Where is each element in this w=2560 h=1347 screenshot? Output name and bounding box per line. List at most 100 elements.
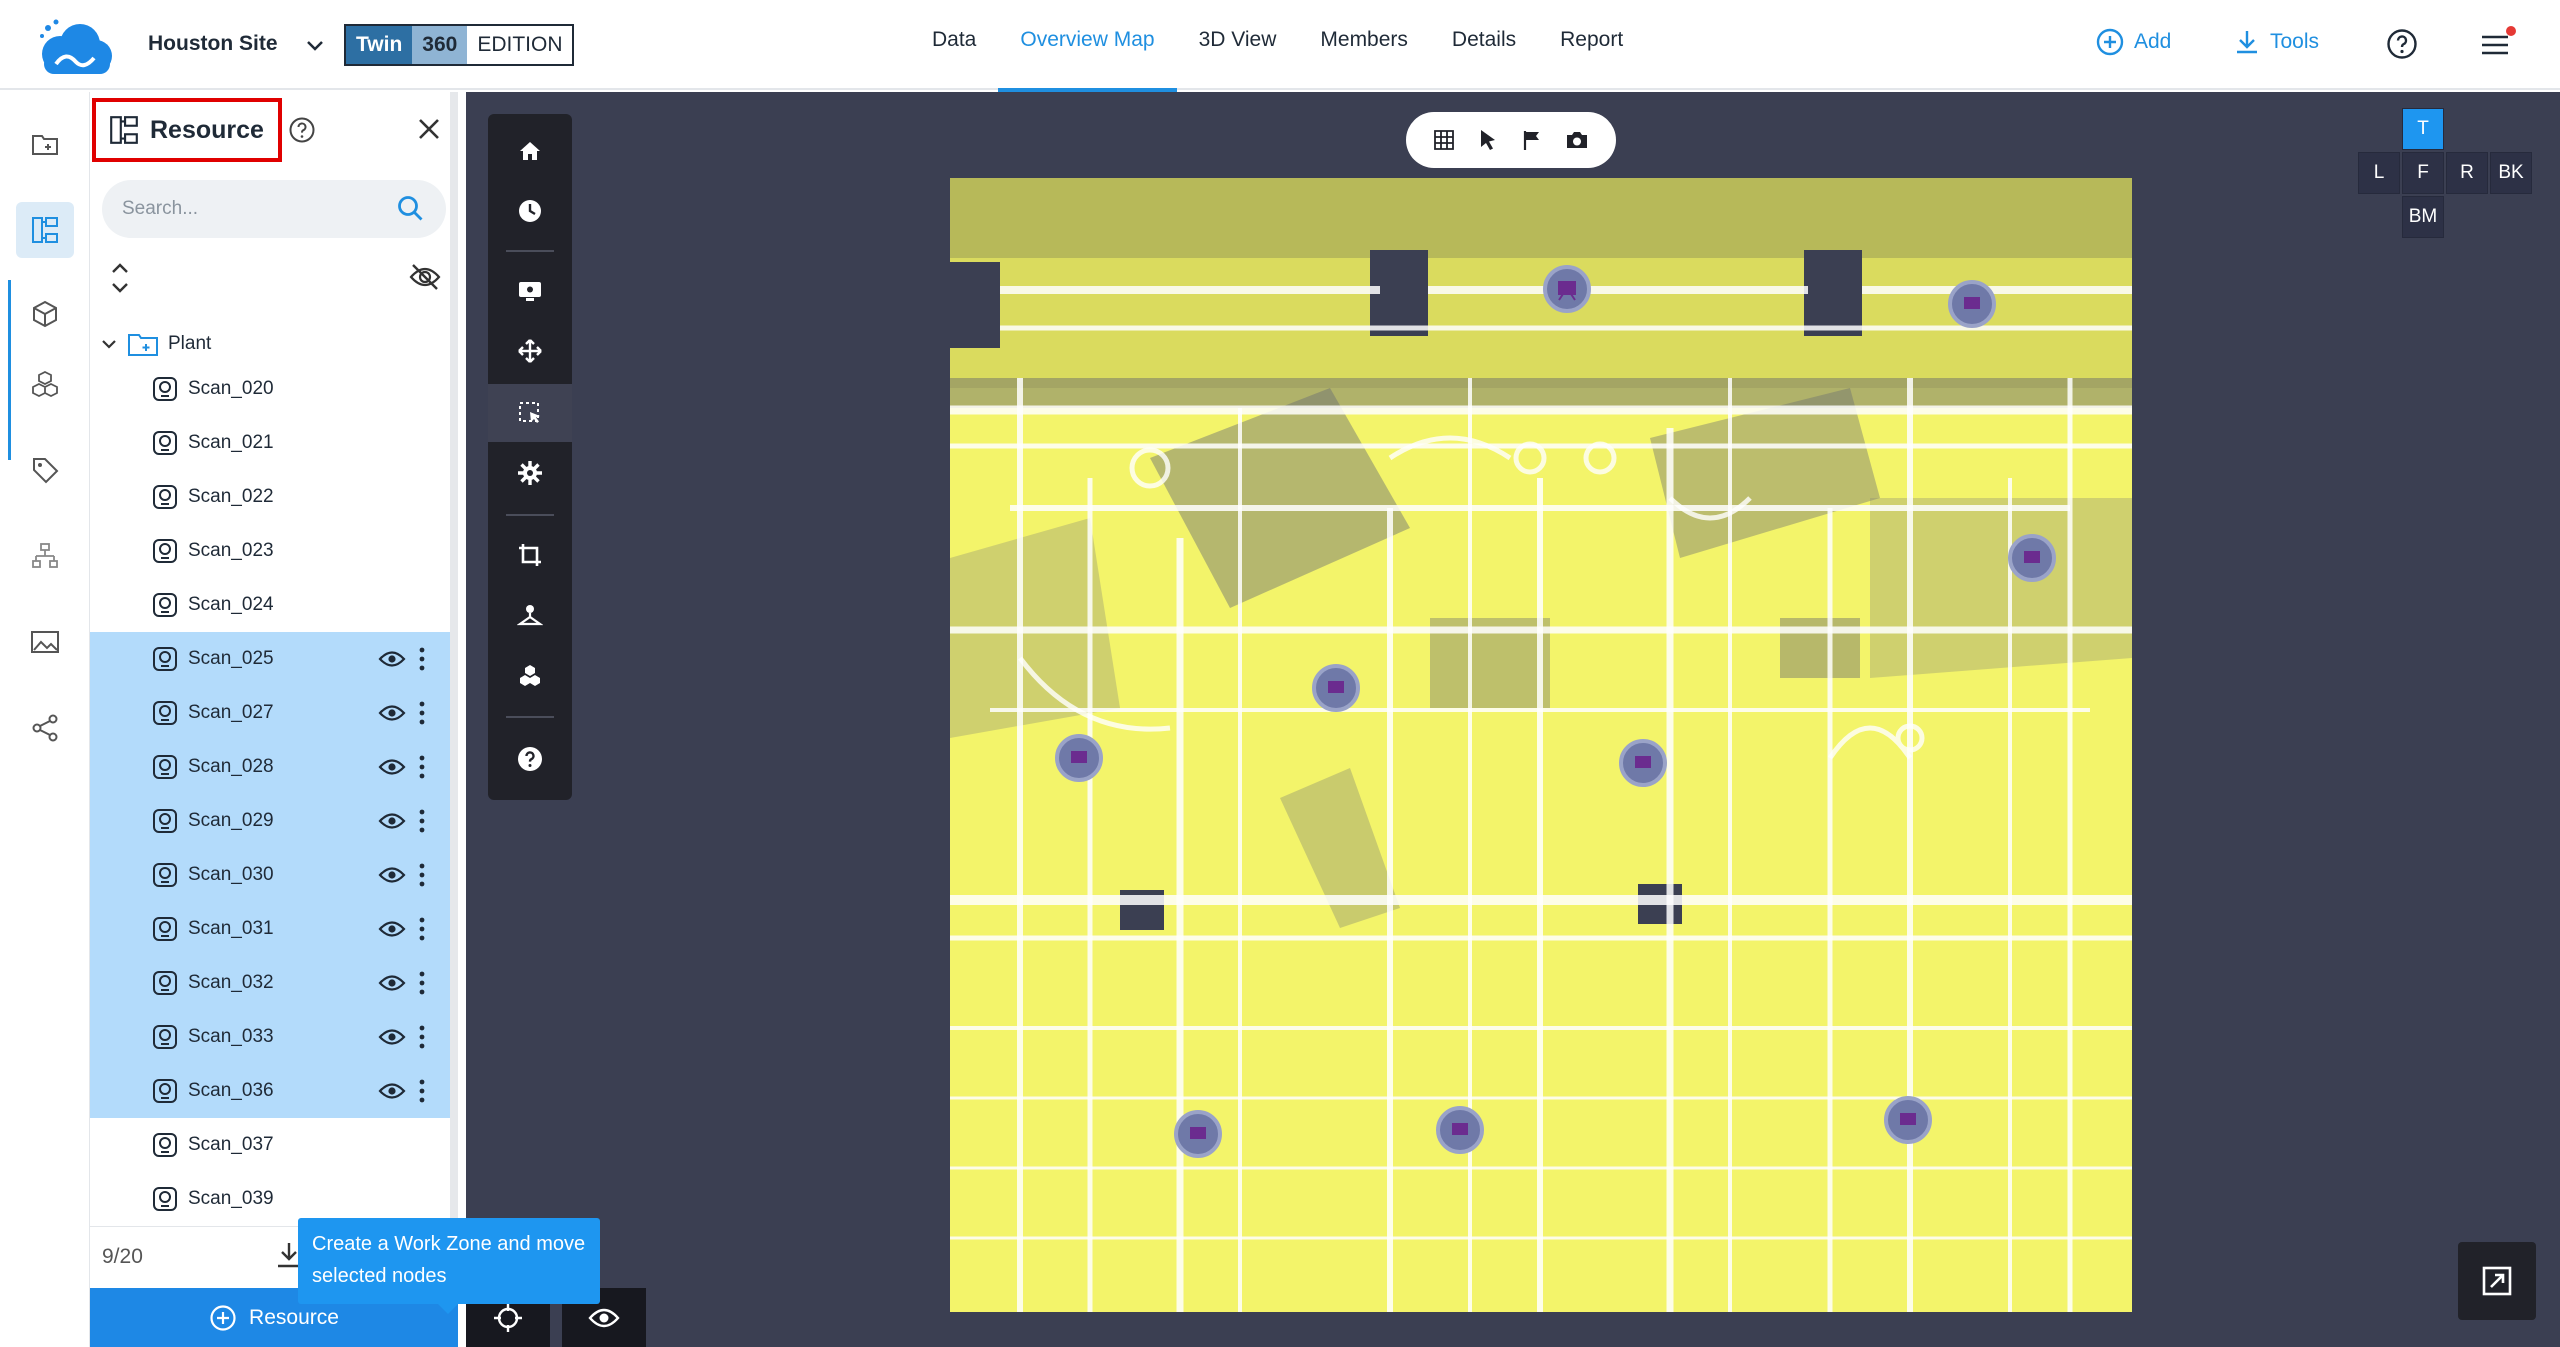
eye-icon[interactable] — [378, 702, 406, 724]
tree-row-scan[interactable]: Scan_021 — [90, 416, 450, 470]
help-button[interactable] — [488, 730, 572, 788]
tab-report[interactable]: Report — [1538, 0, 1645, 90]
more-vertical-icon[interactable] — [418, 970, 426, 996]
eye-icon[interactable] — [378, 1026, 406, 1048]
folder-tree-icon — [128, 334, 158, 356]
tree-row-scan[interactable]: Scan_036 — [90, 1064, 450, 1118]
map-viewer[interactable]: T L F R BK BM — [466, 92, 2560, 1347]
tree-row-scan[interactable]: Scan_031 — [90, 902, 450, 956]
eye-icon[interactable] — [378, 648, 406, 670]
grid-icon[interactable] — [1433, 129, 1455, 151]
display-settings-icon — [519, 282, 541, 301]
edition-badge: Twin 360 EDITION — [344, 24, 575, 66]
tree-row-scan[interactable]: Scan_025 — [90, 632, 450, 686]
tab-overview-map[interactable]: Overview Map — [998, 0, 1177, 92]
tree-row-scan[interactable]: Scan_030 — [90, 848, 450, 902]
crop-button[interactable] — [488, 526, 572, 584]
more-vertical-icon[interactable] — [418, 700, 426, 726]
more-vertical-icon[interactable] — [418, 754, 426, 780]
fullscreen-button[interactable] — [2458, 1242, 2536, 1320]
eye-icon[interactable] — [378, 972, 406, 994]
tree-row-scan[interactable]: Scan_028 — [90, 740, 450, 794]
chevron-down-icon[interactable] — [304, 34, 326, 56]
eye-icon[interactable] — [378, 810, 406, 832]
more-vertical-icon[interactable] — [418, 1024, 426, 1050]
flag-icon[interactable] — [1521, 129, 1543, 151]
select-area-button[interactable] — [488, 384, 572, 442]
tree-row-scan[interactable]: Scan_037 — [90, 1118, 450, 1172]
view-front-button[interactable]: F — [2402, 152, 2444, 194]
more-vertical-icon[interactable] — [418, 916, 426, 942]
camera-icon[interactable] — [1565, 129, 1589, 151]
more-vertical-icon[interactable] — [418, 646, 426, 672]
rail-hierarchy[interactable] — [16, 202, 74, 258]
expand-collapse-icon[interactable] — [108, 260, 132, 296]
plus-circle-icon — [210, 1304, 236, 1331]
tools-button[interactable]: Tools — [2234, 28, 2319, 56]
eye-icon[interactable] — [378, 918, 406, 940]
eye-off-icon[interactable] — [408, 262, 442, 292]
tab-3d-view[interactable]: 3D View — [1177, 0, 1299, 90]
eye-icon[interactable] — [378, 756, 406, 778]
rail-assets[interactable] — [16, 356, 74, 412]
tab-members[interactable]: Members — [1298, 0, 1430, 90]
tree-row-scan[interactable]: Scan_033 — [90, 1010, 450, 1064]
eye-icon[interactable] — [378, 1080, 406, 1102]
scan-station-icon — [153, 647, 177, 671]
tree-root-plant[interactable]: Plant — [100, 330, 211, 358]
eye-icon[interactable] — [378, 864, 406, 886]
tree-row-label: Scan_029 — [188, 810, 274, 831]
add-button[interactable]: Add — [2096, 28, 2171, 56]
app-logo[interactable] — [34, 18, 116, 76]
tree-row-scan[interactable]: Scan_023 — [90, 524, 450, 578]
edition-number: 360 — [412, 26, 468, 64]
tab-data[interactable]: Data — [910, 0, 998, 90]
view-bottom-button[interactable]: BM — [2402, 196, 2444, 238]
rail-share[interactable] — [16, 700, 74, 756]
overview-map[interactable] — [950, 178, 2132, 1312]
tree-row-scan[interactable]: Scan_020 — [90, 362, 450, 416]
tree-row-scan[interactable]: Scan_027 — [90, 686, 450, 740]
move-button[interactable] — [488, 322, 572, 380]
more-vertical-icon[interactable] — [418, 808, 426, 834]
search-input[interactable] — [122, 198, 396, 220]
cursor-icon[interactable] — [1477, 128, 1499, 152]
tag-icon — [33, 458, 59, 484]
assets-button[interactable] — [488, 646, 572, 704]
search-icon[interactable] — [396, 194, 426, 224]
view-left-button[interactable]: L — [2358, 152, 2400, 194]
history-button[interactable] — [488, 182, 572, 240]
rail-model[interactable] — [16, 286, 74, 342]
close-icon[interactable] — [414, 114, 444, 144]
edition-twin: Twin — [346, 26, 413, 64]
chevron-down-icon[interactable] — [100, 335, 118, 353]
more-vertical-icon[interactable] — [418, 862, 426, 888]
presentation-button[interactable] — [488, 262, 572, 320]
rail-folder-tree[interactable] — [16, 116, 74, 172]
rail-network[interactable] — [16, 528, 74, 584]
tree-row-scan[interactable]: Scan_022 — [90, 470, 450, 524]
measure-button[interactable] — [488, 586, 572, 644]
more-vertical-icon[interactable] — [418, 1078, 426, 1104]
rail-gallery[interactable] — [16, 614, 74, 670]
plus-circle-icon — [2096, 28, 2124, 56]
help-icon[interactable] — [288, 116, 316, 144]
tree-row-scan[interactable]: Scan_024 — [90, 578, 450, 632]
tools-button-label: Tools — [2270, 30, 2320, 53]
scan-station-icon — [153, 431, 177, 455]
scan-station-icon — [153, 1079, 177, 1103]
cubes-icon — [520, 665, 540, 686]
tab-details[interactable]: Details — [1430, 0, 1538, 90]
view-top-button[interactable]: T — [2402, 108, 2444, 150]
tree-row-scan[interactable]: Scan_029 — [90, 794, 450, 848]
help-icon[interactable] — [2386, 28, 2418, 60]
scan-station-icon — [153, 593, 177, 617]
rail-tags[interactable] — [16, 442, 74, 498]
scan-station-icon — [153, 1025, 177, 1049]
site-name[interactable]: Houston Site — [148, 32, 278, 56]
view-back-button[interactable]: BK — [2490, 152, 2532, 194]
view-right-button[interactable]: R — [2446, 152, 2488, 194]
settings-button[interactable] — [488, 444, 572, 502]
home-button[interactable] — [488, 122, 572, 180]
tree-row-scan[interactable]: Scan_032 — [90, 956, 450, 1010]
